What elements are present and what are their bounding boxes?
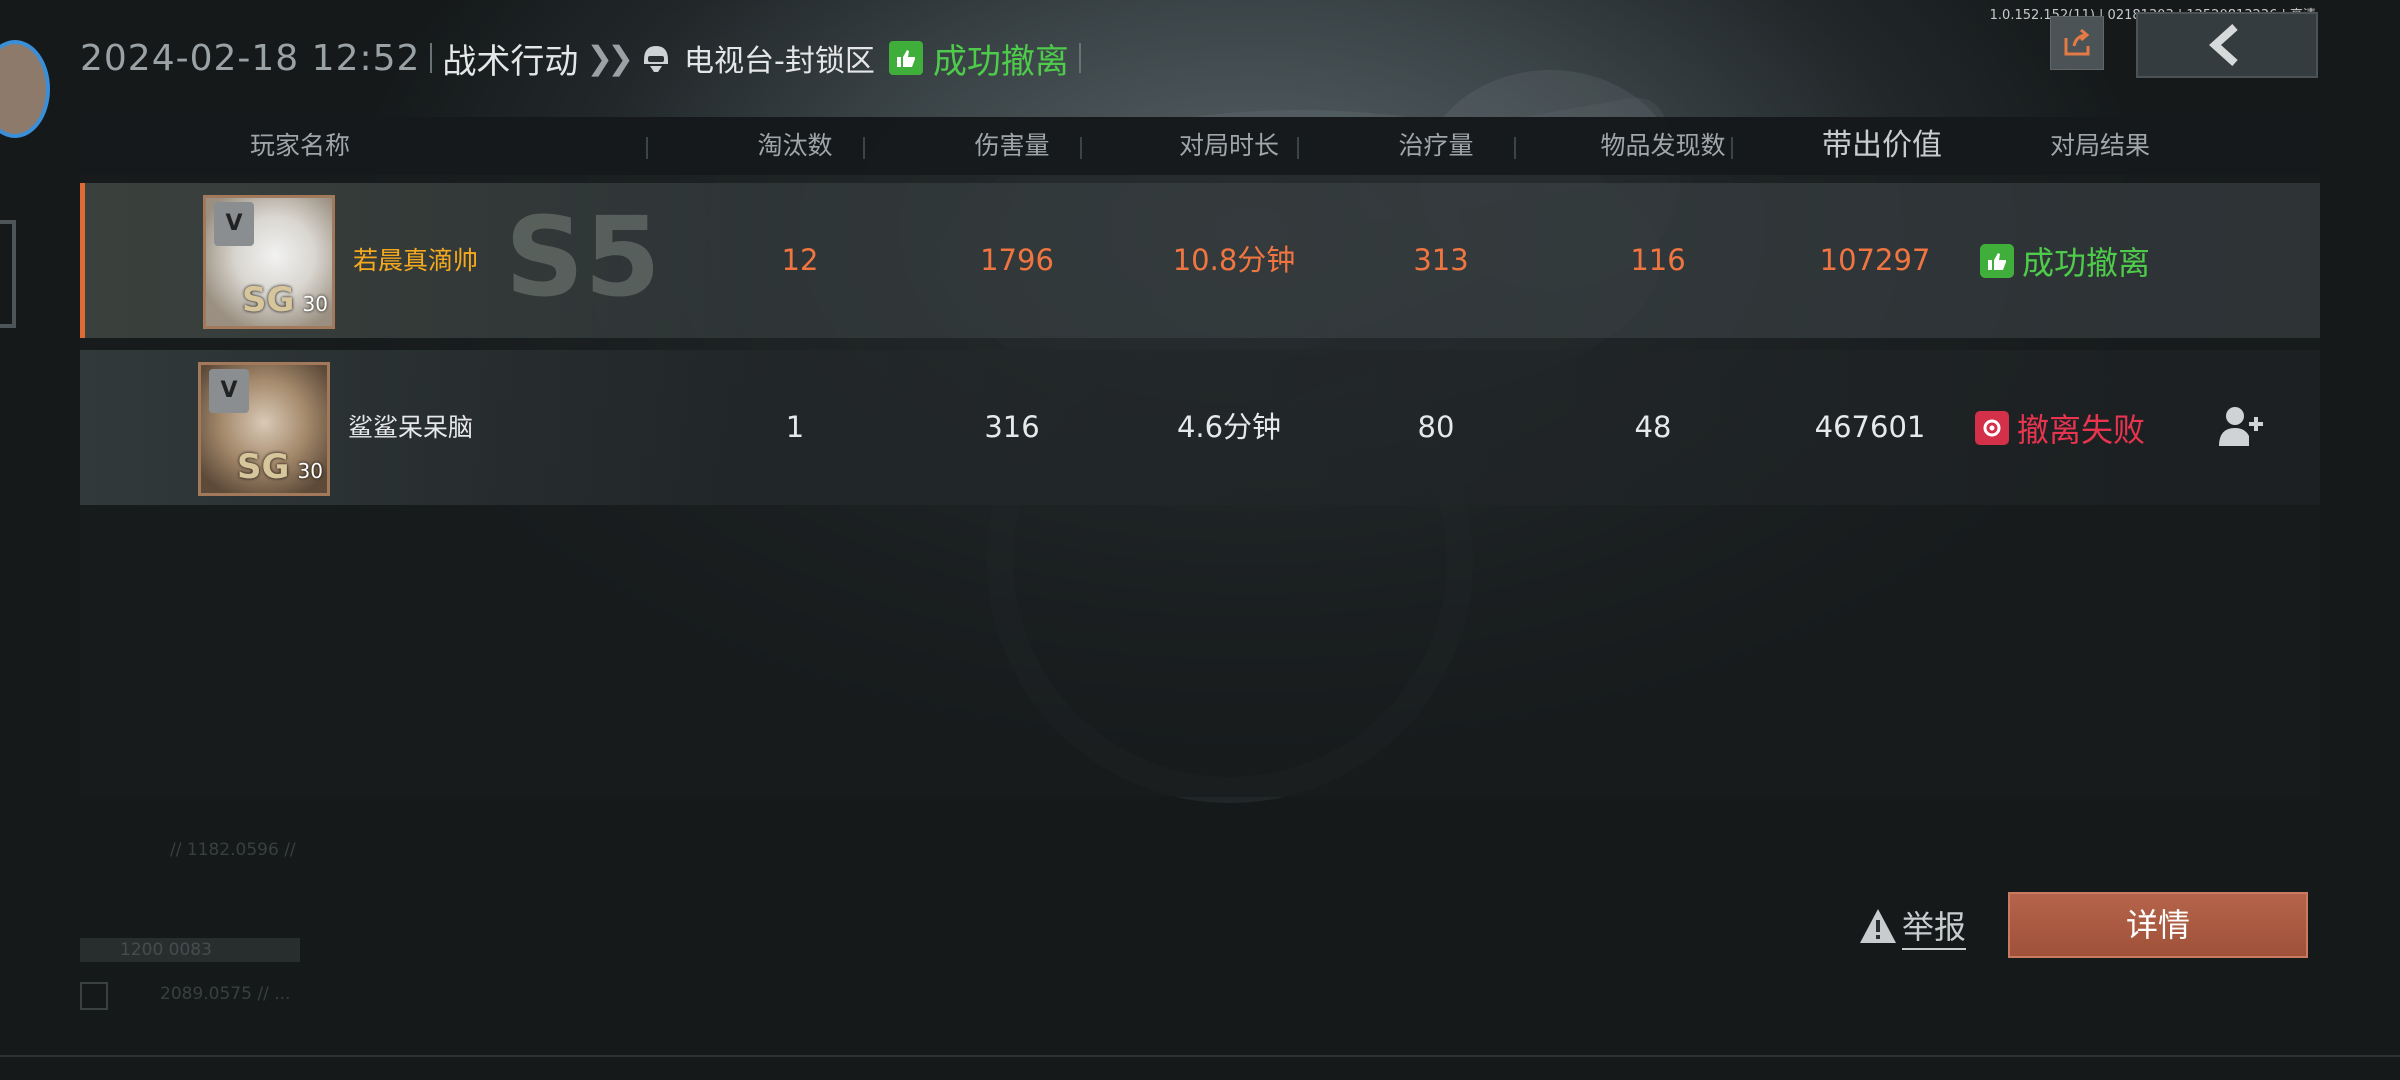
double-chevron-icon: ❯❯ xyxy=(586,39,634,77)
faint-code: 1200 0083 xyxy=(120,940,212,960)
faint-coordinates-2: 2089.0575 // ... xyxy=(160,984,291,1004)
eliminations-value: 12 xyxy=(781,243,819,277)
target-icon xyxy=(1975,410,2009,445)
player-level: 30 xyxy=(302,292,328,316)
share-icon xyxy=(2064,28,2090,56)
duration-value: 10.8分钟 xyxy=(1172,243,1296,277)
damage-value: 316 xyxy=(984,410,1040,444)
map-name: 电视台-封锁区 xyxy=(684,44,875,79)
column-header-result: 对局结果 xyxy=(2049,131,2150,160)
divider xyxy=(646,137,648,159)
match-result: 撤离失败 xyxy=(1975,350,2145,505)
player-avatar[interactable]: V SG 30 xyxy=(203,195,335,329)
player-name: 若晨真滴帅 xyxy=(353,246,479,275)
result-label: 成功撤离 xyxy=(932,41,1069,82)
faint-checkbox xyxy=(80,982,108,1010)
share-button[interactable] xyxy=(2050,16,2104,70)
player-name: 鲨鲨呆呆脑 xyxy=(348,413,474,442)
thumb-up-icon xyxy=(1980,243,2014,278)
column-header-eliminations: 淘汰数 xyxy=(757,131,833,160)
thumb-up-icon xyxy=(888,41,923,75)
match-stats-table: 玩家名称 淘汰数 伤害量 对局时长 治疗量 物品发现数 带出价值 对局结果 S5… xyxy=(80,117,2320,797)
healing-value: 80 xyxy=(1417,410,1455,444)
divider xyxy=(1514,137,1516,159)
value-extracted-value: 467601 xyxy=(1814,410,1926,444)
match-date: 2024-02-18 12:52 xyxy=(80,37,421,79)
items-found-value: 116 xyxy=(1630,243,1686,277)
back-arrow-icon xyxy=(2209,24,2238,66)
rank-badge: SG xyxy=(237,447,290,487)
report-label: 举报 xyxy=(1902,902,1967,950)
divider xyxy=(1731,137,1733,159)
player-level: 30 xyxy=(297,459,323,483)
warning-icon xyxy=(1860,909,1896,943)
divider xyxy=(430,43,433,73)
table-row[interactable]: S5 V SG 30 若晨真滴帅 12 1796 10.8分钟 313 116 … xyxy=(80,183,2320,338)
table-row[interactable]: V SG 30 鲨鲨呆呆脑 1 316 4.6分钟 80 48 467601 撤… xyxy=(80,350,2320,505)
duration-value: 4.6分钟 xyxy=(1176,410,1282,444)
divider xyxy=(1080,137,1082,159)
column-header-duration: 对局时长 xyxy=(1178,131,1279,160)
faint-coordinates: // 1182.0596 // xyxy=(170,840,296,860)
column-header-damage: 伤害量 xyxy=(974,131,1050,160)
rank-badge: SG xyxy=(242,280,295,320)
report-button[interactable]: 举报 xyxy=(1858,900,1967,952)
result-label: 撤离失败 xyxy=(2017,410,2146,449)
match-result-header: 成功撤离 xyxy=(888,34,1069,83)
divider xyxy=(1297,137,1299,159)
table-header: 玩家名称 淘汰数 伤害量 对局时长 治疗量 物品发现数 带出价值 对局结果 xyxy=(80,117,2320,175)
left-side-tab[interactable] xyxy=(0,220,16,328)
result-label: 成功撤离 xyxy=(2022,243,2151,282)
back-button[interactable] xyxy=(2136,12,2318,78)
add-friend-icon[interactable] xyxy=(2215,402,2265,452)
divider xyxy=(1078,43,1081,73)
value-extracted-value: 107297 xyxy=(1819,243,1931,277)
season-emblem: S5 xyxy=(505,193,661,321)
match-result: 成功撤离 xyxy=(1980,183,2150,338)
column-header-healing: 治疗量 xyxy=(1398,131,1474,160)
divider xyxy=(0,1055,2400,1057)
divider xyxy=(863,137,865,159)
player-avatar[interactable]: V SG 30 xyxy=(198,362,330,496)
helmet-icon xyxy=(644,46,669,72)
damage-value: 1796 xyxy=(980,243,1054,277)
healing-value: 313 xyxy=(1413,243,1469,277)
match-header: 2024-02-18 12:52 战术行动 ❯❯ 电视台-封锁区 成功撤离 xyxy=(80,30,1091,86)
profile-avatar[interactable] xyxy=(0,40,50,138)
rank-tag: V xyxy=(209,369,249,413)
eliminations-value: 1 xyxy=(785,410,805,444)
rank-tag: V xyxy=(214,202,254,246)
game-mode: 战术行动 xyxy=(442,41,579,82)
column-header-player: 玩家名称 xyxy=(249,131,350,160)
details-button[interactable]: 详情 xyxy=(2008,892,2308,958)
items-found-value: 48 xyxy=(1634,410,1672,444)
